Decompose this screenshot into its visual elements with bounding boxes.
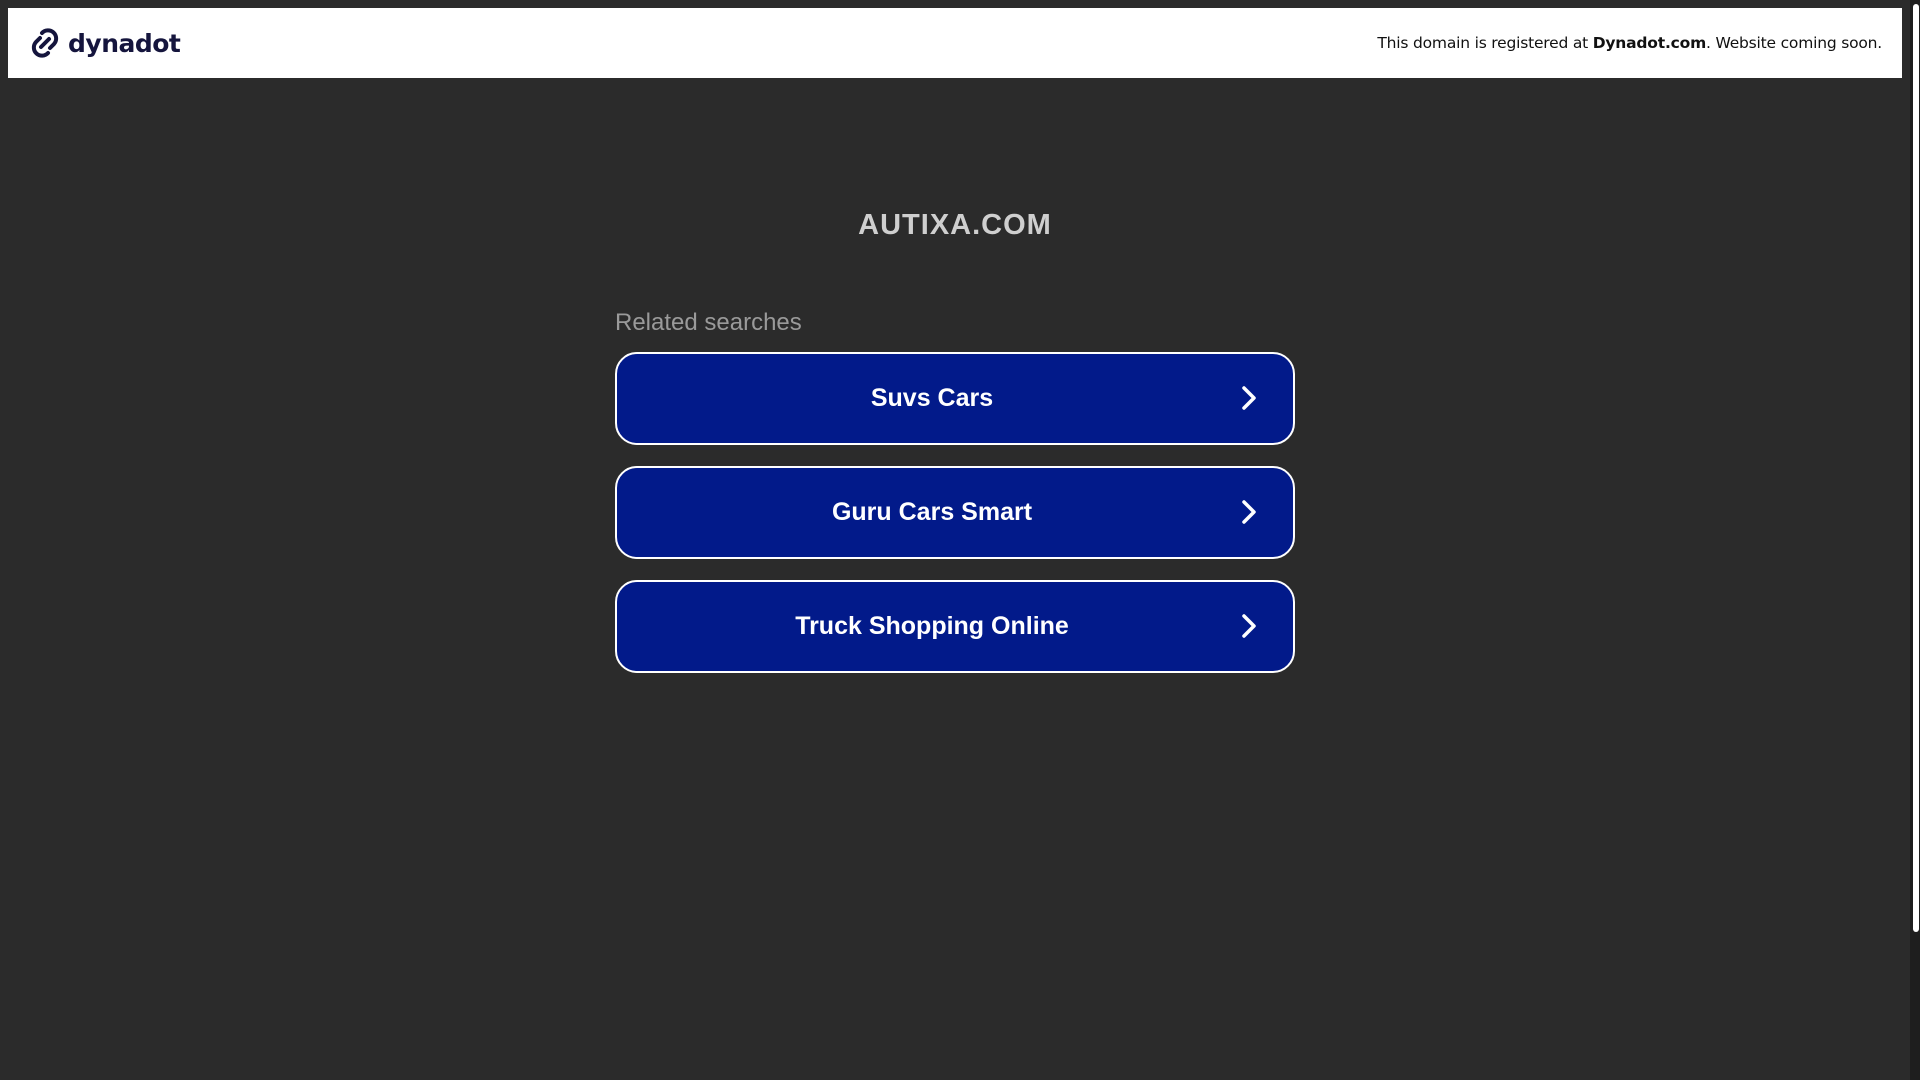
page-scrollbar[interactable]	[1910, 0, 1920, 1080]
search-button-label: Guru Cars Smart	[831, 498, 1033, 526]
notice-prefix: This domain is registered at	[1377, 34, 1593, 52]
dynadot-link-icon	[31, 28, 59, 58]
chevron-right-icon	[1242, 500, 1256, 524]
domain-title: AUTIXA.COM	[858, 209, 1052, 241]
dynadot-link[interactable]: Dynadot.com	[1593, 34, 1706, 52]
chevron-right-icon	[1242, 614, 1256, 638]
chevron-right-icon	[1242, 386, 1256, 410]
search-button-suvs-cars[interactable]: Suvs Cars	[615, 352, 1295, 445]
top-banner: dynadot This domain is registered at Dyn…	[8, 8, 1902, 78]
search-button-label: Suvs Cars	[870, 384, 994, 412]
search-button-truck-shopping-online[interactable]: Truck Shopping Online	[615, 580, 1295, 673]
search-button-guru-cars-smart[interactable]: Guru Cars Smart	[615, 466, 1295, 559]
notice-suffix: . Website coming soon.	[1706, 34, 1882, 52]
dynadot-logo[interactable]: dynadot	[28, 26, 181, 60]
scrollbar-thumb[interactable]	[1913, 4, 1919, 932]
related-searches-label: Related searches	[615, 309, 802, 336]
registration-notice: This domain is registered at Dynadot.com…	[1377, 34, 1882, 52]
related-searches-list: Suvs Cars Guru Cars Smart Truck Shopping…	[615, 352, 1295, 694]
logo-text: dynadot	[68, 28, 181, 58]
page: dynadot This domain is registered at Dyn…	[0, 0, 1920, 1080]
search-button-label: Truck Shopping Online	[795, 612, 1069, 640]
